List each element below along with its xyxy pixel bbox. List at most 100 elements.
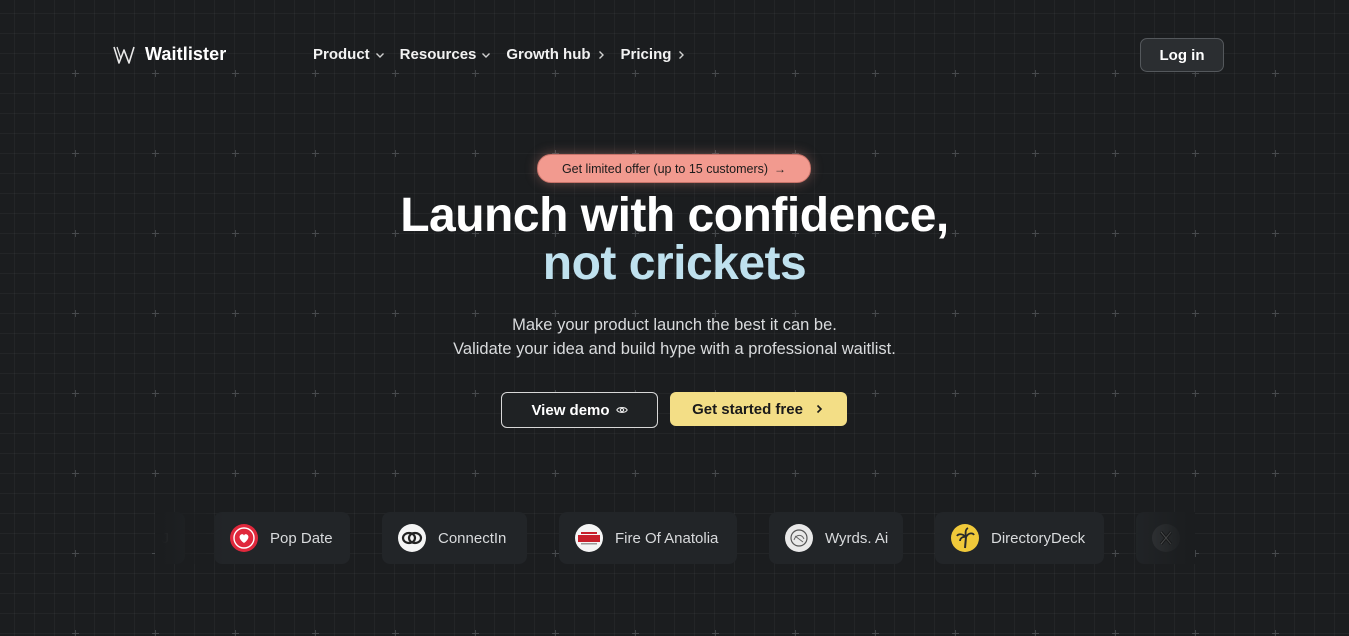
grid-plus-mark: [1112, 150, 1119, 157]
customer-name: ConnectIn: [438, 529, 507, 547]
customer-chip-pop-date[interactable]: Pop Date: [214, 512, 350, 564]
x-logo-icon: [1152, 524, 1180, 552]
grid-plus-mark: [1272, 470, 1279, 477]
nav-item-label: Pricing: [620, 46, 672, 63]
grid-plus-mark: [1032, 150, 1039, 157]
nav-item-label: Resources: [399, 46, 477, 63]
limited-offer-button[interactable]: Get limited offer (up to 15 customers) →: [537, 154, 811, 183]
grid-plus-mark: [312, 390, 319, 397]
customer-logos-strip: J Pop Date ConnectIn Fire Of Anatolia Wy…: [155, 512, 1195, 564]
customer-chip-directorydeck[interactable]: DirectoryDeck: [935, 512, 1104, 564]
chevron-down-icon: [482, 52, 491, 58]
grid-plus-mark: [1272, 630, 1279, 636]
customer-name: Wyrds. Ai: [825, 529, 889, 547]
grid-plus-mark: [472, 470, 479, 477]
top-nav: Waitlister Product Resources Growth hub …: [0, 38, 1349, 72]
grid-plus-mark: [392, 390, 399, 397]
grid-plus-mark: [232, 630, 239, 636]
grid-plus-mark: [1272, 550, 1279, 557]
headline-line-2: not crickets: [542, 237, 807, 290]
grid-plus-mark: [872, 470, 879, 477]
grid-plus-mark: [872, 150, 879, 157]
customer-name: DirectoryDeck: [991, 529, 1086, 547]
grid-plus-mark: [1192, 150, 1199, 157]
nav-item-label: Growth hub: [506, 46, 591, 63]
grid-plus-mark: [1112, 630, 1119, 636]
cta-row: View demo Get started free: [501, 392, 847, 428]
grid-plus-mark: [712, 470, 719, 477]
grid-plus-mark: [952, 150, 959, 157]
brand-logo[interactable]: Waitlister: [113, 44, 226, 65]
chevron-right-icon: [598, 50, 604, 59]
grid-plus-mark: [312, 150, 319, 157]
grid-plus-mark: [552, 630, 559, 636]
grid-plus-mark: [632, 630, 639, 636]
customer-chip-partial[interactable]: J: [155, 512, 185, 564]
nav-item-pricing[interactable]: Pricing: [621, 46, 688, 63]
grid-plus-mark: [1272, 390, 1279, 397]
customer-name: J: [161, 529, 170, 547]
grid-plus-mark: [472, 390, 479, 397]
grid-plus-mark: [1192, 630, 1199, 636]
linked-rings-icon: [398, 524, 426, 552]
grid-plus-mark: [312, 630, 319, 636]
login-button[interactable]: Log in: [1140, 38, 1224, 72]
grid-plus-mark: [952, 390, 959, 397]
grid-plus-mark: [152, 150, 159, 157]
grid-plus-mark: [952, 470, 959, 477]
grid-plus-mark: [152, 390, 159, 397]
grid-plus-mark: [872, 630, 879, 636]
grid-plus-mark: [72, 150, 79, 157]
chevron-down-icon: [375, 52, 384, 58]
grid-plus-mark: [872, 390, 879, 397]
grid-plus-mark: [472, 630, 479, 636]
grid-plus-mark: [392, 470, 399, 477]
subtext-line-1: Make your product launch the best it can…: [512, 316, 837, 334]
nav-item-product[interactable]: Product: [313, 46, 386, 63]
chevron-right-icon: [816, 404, 823, 414]
eye-icon: [615, 407, 628, 413]
nav-menu: Product Resources Growth hub Pricing: [313, 46, 687, 63]
get-started-button[interactable]: Get started free: [670, 392, 847, 426]
nav-item-growth-hub[interactable]: Growth hub: [506, 46, 606, 63]
grid-plus-mark: [72, 630, 79, 636]
grid-plus-mark: [312, 470, 319, 477]
customer-name: Fire Of Anatolia: [615, 529, 719, 547]
grid-plus-mark: [792, 630, 799, 636]
grid-plus-mark: [632, 470, 639, 477]
hero-subtext: Make your product launch the best it can…: [0, 313, 1349, 361]
chevron-right-icon: [679, 50, 685, 59]
grid-plus-mark: [232, 470, 239, 477]
view-demo-label: View demo: [531, 401, 610, 419]
grid-plus-mark: [1032, 630, 1039, 636]
customer-chip-x[interactable]: [1136, 512, 1195, 564]
grid-plus-mark: [1192, 390, 1199, 397]
palm-tree-icon: [951, 524, 979, 552]
grid-plus-mark: [792, 470, 799, 477]
page: Waitlister Product Resources Growth hub …: [0, 0, 1349, 636]
grid-plus-mark: [232, 390, 239, 397]
grid-plus-mark: [952, 630, 959, 636]
grid-plus-mark: [72, 390, 79, 397]
kinay-logo-icon: [575, 524, 603, 552]
grid-plus-mark: [72, 550, 79, 557]
arrow-right-icon: →: [774, 161, 787, 176]
offer-label: Get limited offer (up to 15 customers): [561, 161, 769, 176]
grid-plus-mark: [152, 470, 159, 477]
grid-plus-mark: [1032, 390, 1039, 397]
grid-plus-mark: [152, 630, 159, 636]
grid-plus-mark: [1192, 470, 1199, 477]
nav-item-resources[interactable]: Resources: [400, 46, 493, 63]
grid-plus-mark: [232, 150, 239, 157]
headline-line-1: Launch with confidence,: [400, 189, 949, 242]
heart-icon: [230, 524, 258, 552]
customer-chip-connectin[interactable]: ConnectIn: [382, 512, 527, 564]
grid-plus-mark: [1112, 390, 1119, 397]
customer-name: Pop Date: [270, 529, 333, 547]
grid-plus-mark: [392, 150, 399, 157]
grid-plus-mark: [712, 630, 719, 636]
customer-chip-fire-of-anatolia[interactable]: Fire Of Anatolia: [559, 512, 737, 564]
sketch-logo-icon: [785, 524, 813, 552]
view-demo-button[interactable]: View demo: [501, 392, 658, 428]
customer-chip-wyrds-ai[interactable]: Wyrds. Ai: [769, 512, 903, 564]
